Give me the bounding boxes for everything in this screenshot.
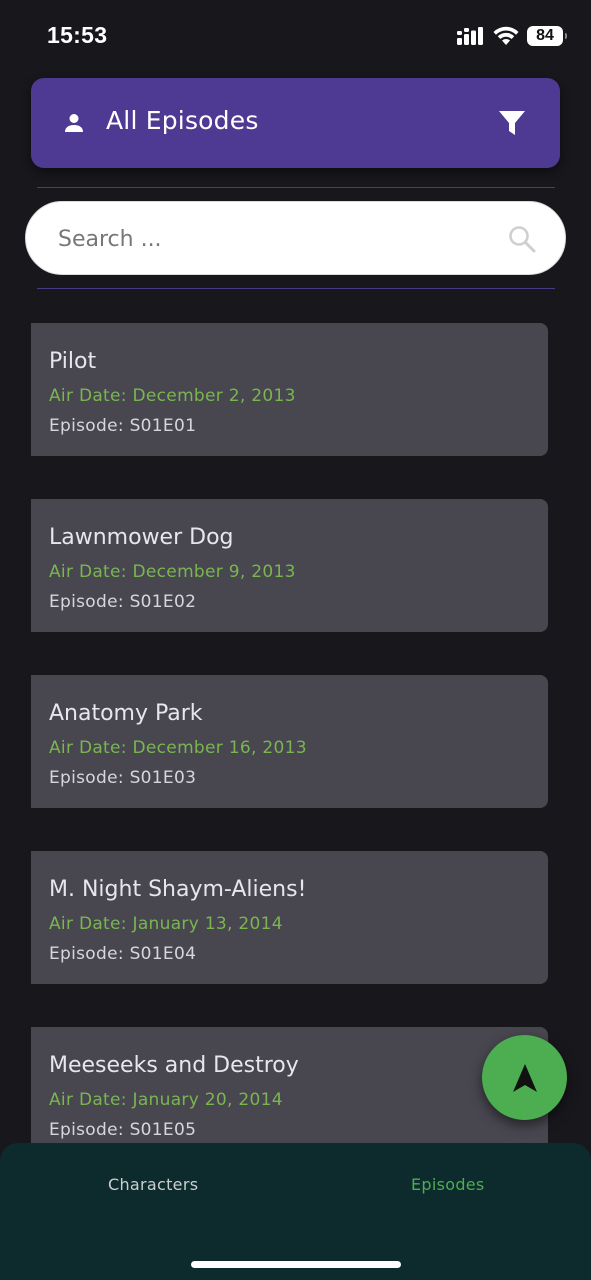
episode-air-date: Air Date: December 16, 2013: [49, 738, 307, 758]
episode-air-date: Air Date: January 13, 2014: [49, 914, 283, 934]
episode-card[interactable]: Meeseeks and Destroy Air Date: January 2…: [31, 1027, 548, 1160]
episode-name: Lawnmower Dog: [49, 525, 234, 550]
episode-card[interactable]: Anatomy Park Air Date: December 16, 2013…: [31, 675, 548, 808]
episode-code: Episode: S01E01: [49, 416, 197, 436]
home-indicator[interactable]: [191, 1261, 401, 1268]
episode-code: Episode: S01E04: [49, 944, 197, 964]
episode-air-date: Air Date: December 9, 2013: [49, 562, 296, 582]
tab-characters[interactable]: Characters: [108, 1175, 198, 1194]
episode-name: Meeseeks and Destroy: [49, 1053, 299, 1078]
episode-card[interactable]: M. Night Shaym-Aliens! Air Date: January…: [31, 851, 548, 984]
tab-episodes[interactable]: Episodes: [411, 1175, 485, 1194]
episode-name: Pilot: [49, 349, 97, 374]
episode-card[interactable]: Lawnmower Dog Air Date: December 9, 2013…: [31, 499, 548, 632]
episode-code: Episode: S01E05: [49, 1120, 197, 1140]
episode-name: M. Night Shaym-Aliens!: [49, 877, 307, 902]
bottom-nav: Characters Episodes: [0, 1143, 591, 1280]
episode-air-date: Air Date: January 20, 2014: [49, 1090, 283, 1110]
episode-card[interactable]: Pilot Air Date: December 2, 2013 Episode…: [31, 323, 548, 456]
episode-name: Anatomy Park: [49, 701, 203, 726]
navigation-arrow-icon: [512, 1063, 537, 1092]
episode-air-date: Air Date: December 2, 2013: [49, 386, 296, 406]
scroll-to-top-button[interactable]: [482, 1035, 567, 1120]
episode-code: Episode: S01E02: [49, 592, 197, 612]
episode-code: Episode: S01E03: [49, 768, 197, 788]
